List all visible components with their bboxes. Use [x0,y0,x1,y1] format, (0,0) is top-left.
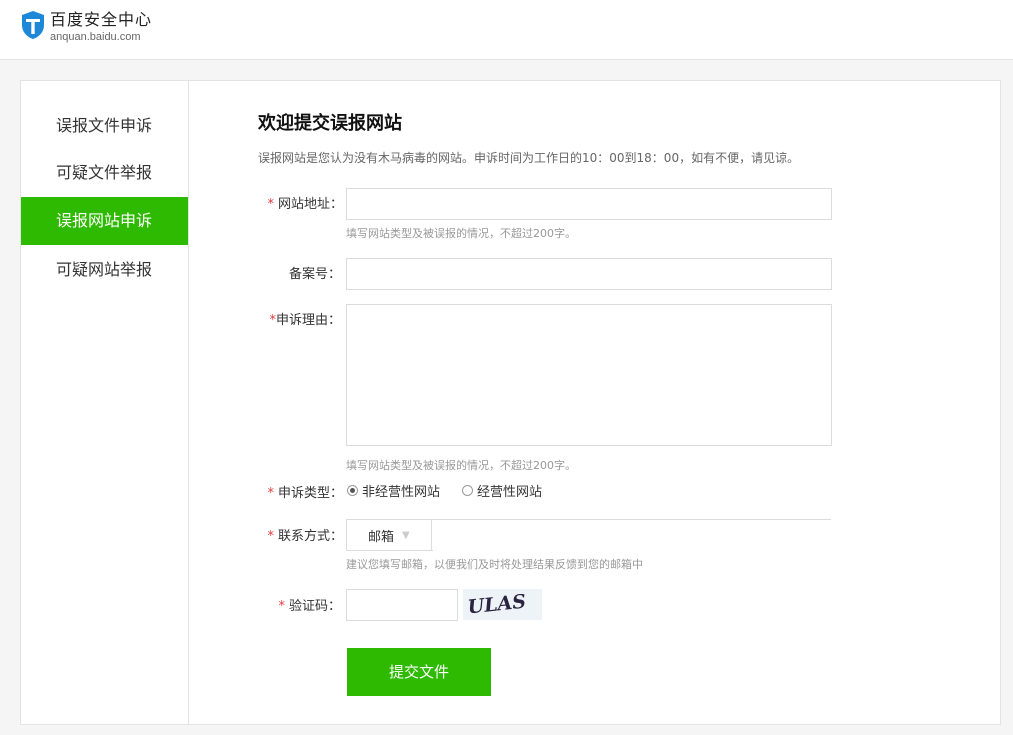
sidebar-item-site-appeal[interactable]: 误报网站申诉 [21,197,188,245]
brand-logo[interactable]: 百度安全中心 anquan.baidu.com [20,10,152,44]
icp-label: 备案号： [288,267,341,282]
form-description: 误报网站是您认为没有木马病毒的网站。申诉时间为工作日的10：00到18：00，如… [258,151,800,165]
site-url-label: * 网站地址： [267,197,343,212]
main-panel: 误报文件申诉 可疑文件举报 误报网站申诉 可疑网站举报 欢迎提交误报网站 误报网… [20,80,1001,725]
brand-title: 百度安全中心 [50,10,153,29]
contact-hint: 建议您填写邮箱，以便我们及时将处理结果反馈到您的邮箱中 [346,558,643,571]
form-title: 欢迎提交误报网站 [258,113,402,134]
radio-unchecked-icon [462,485,473,496]
sidebar-item-file-appeal[interactable]: 误报文件申诉 [21,102,188,150]
reason-hint: 填写网站类型及被误报的情况，不超过200字。 [346,459,576,472]
submit-button[interactable]: 提交文件 [347,648,491,696]
captcha-image[interactable]: ULAS [463,589,542,620]
brand-subtitle: anquan.baidu.com [50,31,141,43]
captcha-label: * 验证码： [278,599,341,614]
form-area: 欢迎提交误报网站 误报网站是您认为没有木马病毒的网站。申诉时间为工作日的10：0… [188,81,1000,724]
required-mark: * [267,197,274,212]
contact-field: 邮箱 ▼ [346,519,833,552]
radio-non-commercial[interactable]: 非经营性网站 [347,481,440,500]
top-header: 百度安全中心 anquan.baidu.com [0,0,1013,60]
contact-label: * 联系方式： [267,529,343,544]
contact-input[interactable] [433,520,833,552]
site-url-input[interactable] [346,188,832,220]
contact-type-select[interactable]: 邮箱 ▼ [347,520,432,550]
reason-textarea[interactable] [346,304,832,446]
captcha-glyphs: ULAS [467,591,527,619]
icp-input[interactable] [346,258,832,290]
type-label: * 申诉类型： [267,486,343,501]
sidebar: 误报文件申诉 可疑文件举报 误报网站申诉 可疑网站举报 [21,81,189,724]
sidebar-item-site-report[interactable]: 可疑网站举报 [21,246,188,294]
site-url-hint: 填写网站类型及被误报的情况，不超过200字。 [346,227,576,240]
svg-text:ULAS: ULAS [467,591,527,619]
shield-logo-icon [22,11,44,39]
radio-checked-icon [347,485,358,496]
reason-label: *申诉理由： [269,313,341,328]
sidebar-item-file-report[interactable]: 可疑文件举报 [21,149,188,197]
radio-commercial[interactable]: 经营性网站 [462,481,542,500]
captcha-input[interactable] [346,589,458,621]
chevron-down-icon: ▼ [402,529,410,541]
